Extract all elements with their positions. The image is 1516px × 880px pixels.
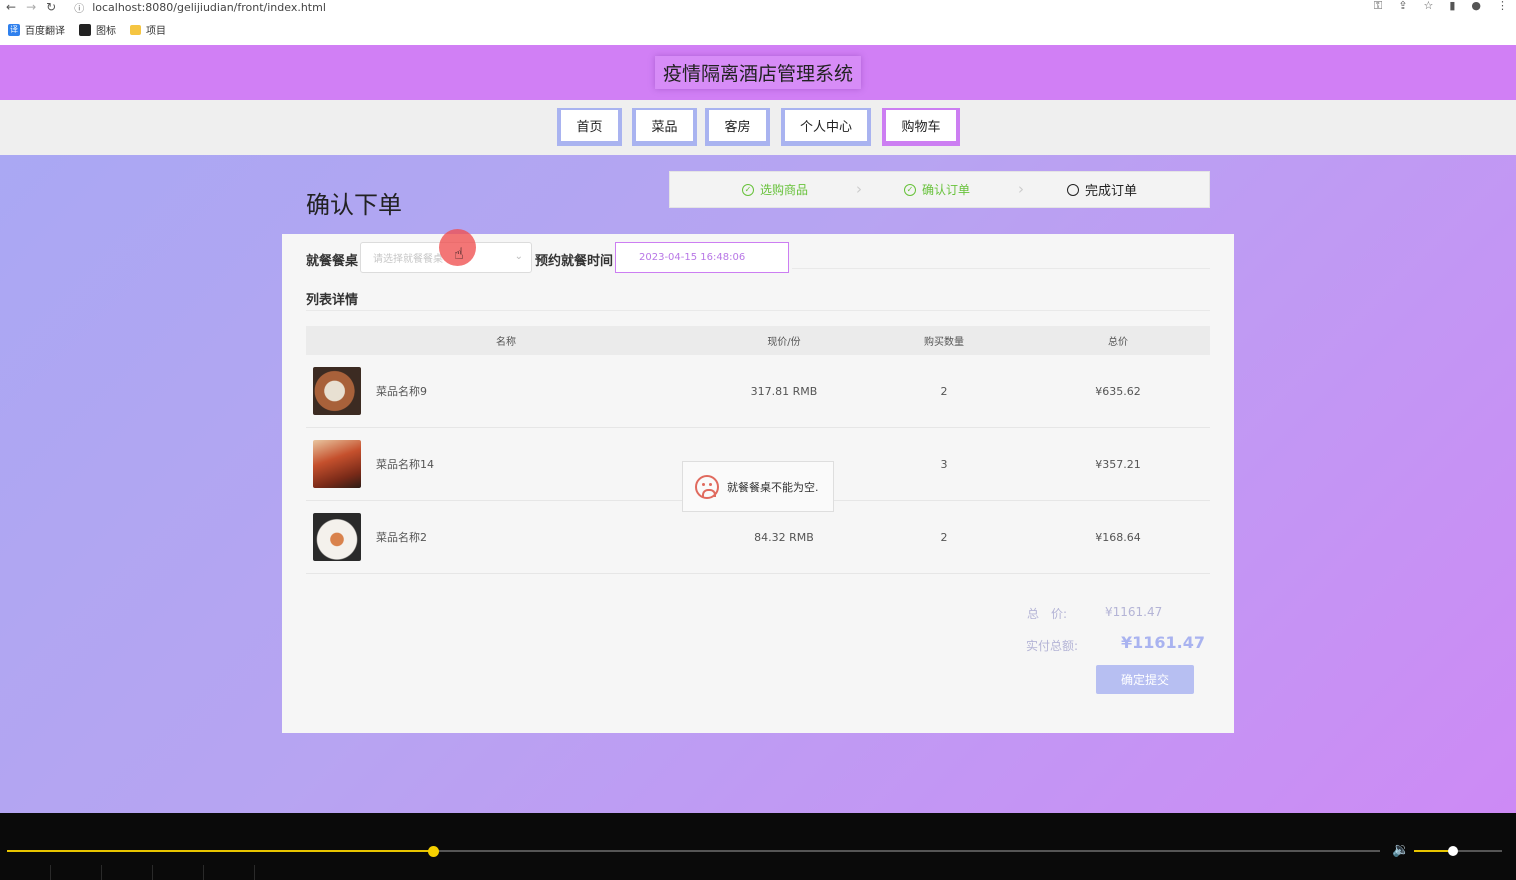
control-slot[interactable] <box>0 865 51 880</box>
step-select: ✓ 选购商品 <box>742 172 808 207</box>
bookmarks-bar: 译百度翻译 图标 项目 <box>0 14 1516 45</box>
dish-image <box>313 440 361 488</box>
check-circle-icon: ✓ <box>904 183 916 196</box>
nav-dishes[interactable]: 菜品 <box>632 108 697 146</box>
site-title: 疫情隔离酒店管理系统 <box>654 56 861 89</box>
order-panel: 就餐餐桌 请选择就餐餐桌 ⌄ 预约就餐时间 2023-04-15 16:48:0… <box>282 234 1234 733</box>
item-qty: 2 <box>940 530 948 544</box>
site-info-icon[interactable]: ⓘ <box>74 0 84 15</box>
pay-label: 实付总额: <box>1026 639 1079 653</box>
hand-cursor-icon: ☝ <box>454 244 464 263</box>
submit-button[interactable]: 确定提交 <box>1096 665 1194 694</box>
dining-time-input[interactable]: 2023-04-15 16:48:06 <box>615 242 789 273</box>
control-slot[interactable] <box>204 865 255 880</box>
key-icon[interactable]: ⚿ <box>1374 0 1382 12</box>
error-toast: 就餐餐桌不能为空. <box>682 461 834 512</box>
total-value: ¥1161.47 <box>1105 605 1163 619</box>
col-total: 总价 <box>1108 337 1128 348</box>
page: 疫情隔离酒店管理系统 首页 菜品 客房 个人中心 购物车 确认下单 ✓ 选购商品 … <box>0 45 1516 813</box>
item-name: 菜品名称2 <box>376 531 427 544</box>
item-name: 菜品名称14 <box>376 458 434 471</box>
sad-face-icon <box>695 474 719 499</box>
control-slot[interactable] <box>153 865 204 880</box>
share-icon[interactable]: ⇪ <box>1398 0 1407 12</box>
bookmark-icons[interactable]: 图标 <box>79 22 116 37</box>
address-bar: ← → ↻ ⓘ localhost:8080/gelijiudian/front… <box>0 0 1516 15</box>
divider <box>306 310 1210 311</box>
total-label: 总 价: <box>1027 607 1068 621</box>
seek-progress <box>7 850 433 852</box>
back-icon[interactable]: ← <box>6 1 16 13</box>
nav-cart[interactable]: 购物车 <box>882 108 960 146</box>
menu-icon[interactable]: ⋮ <box>1497 0 1508 12</box>
main-nav: 首页 菜品 客房 个人中心 购物车 <box>0 100 1516 155</box>
item-qty: 2 <box>940 384 948 398</box>
volume-track[interactable] <box>1414 850 1502 852</box>
nav-rooms[interactable]: 客房 <box>705 108 770 146</box>
chevron-down-icon: ⌄ <box>514 251 523 262</box>
toast-message: 就餐餐桌不能为空. <box>727 480 819 494</box>
url-text[interactable]: localhost:8080/gelijiudian/front/index.h… <box>92 1 326 14</box>
list-title: 列表详情 <box>306 293 359 308</box>
item-total: ¥635.62 <box>1095 384 1141 398</box>
site-header: 疫情隔离酒店管理系统 <box>0 45 1516 100</box>
chevron-right-icon: › <box>1018 180 1024 198</box>
sidebar-icon[interactable]: ▮ <box>1449 0 1455 12</box>
item-total: ¥357.21 <box>1095 457 1141 471</box>
table-header: 名称 现价/份 购买数量 总价 <box>306 326 1210 355</box>
control-slot[interactable] <box>51 865 102 880</box>
item-total: ¥168.64 <box>1095 530 1141 544</box>
table-label: 就餐餐桌 <box>306 254 359 269</box>
video-player-bar: 🔉 <box>0 813 1516 880</box>
seek-track[interactable] <box>7 850 1380 852</box>
item-price: 317.81 RMB <box>750 384 818 398</box>
seek-handle[interactable] <box>427 846 439 857</box>
volume-handle[interactable] <box>1448 846 1458 856</box>
divider <box>792 268 1210 269</box>
nav-home[interactable]: 首页 <box>557 108 622 146</box>
step-complete: 完成订单 <box>1067 172 1137 207</box>
bookmark-project[interactable]: 项目 <box>130 22 166 37</box>
profile-icon[interactable]: ● <box>1471 0 1481 12</box>
col-name: 名称 <box>496 337 516 348</box>
check-circle-icon: ✓ <box>742 183 754 196</box>
col-qty: 购买数量 <box>924 337 964 348</box>
step-confirm: ✓ 确认订单 <box>904 172 970 207</box>
forward-icon[interactable]: → <box>26 1 36 13</box>
reload-icon[interactable]: ↻ <box>46 1 56 13</box>
image-icon <box>79 23 91 36</box>
dish-image <box>313 367 361 415</box>
page-title: 确认下单 <box>306 191 402 219</box>
item-name: 菜品名称9 <box>376 385 427 398</box>
item-qty: 3 <box>940 457 948 471</box>
translate-icon: 译 <box>8 23 20 36</box>
volume-icon[interactable]: 🔉 <box>1392 842 1409 858</box>
bookmark-translate[interactable]: 译百度翻译 <box>8 22 65 37</box>
table-row: 菜品名称9 317.81 RMB 2 ¥635.62 <box>306 355 1210 428</box>
nav-profile[interactable]: 个人中心 <box>781 108 871 146</box>
folder-icon <box>130 24 141 35</box>
player-controls <box>0 865 1516 880</box>
order-steps: ✓ 选购商品 › ✓ 确认订单 › 完成订单 <box>669 171 1210 208</box>
pay-value: ¥1161.47 <box>1121 633 1206 652</box>
star-icon[interactable]: ☆ <box>1423 0 1433 12</box>
circle-icon <box>1067 183 1079 196</box>
col-price: 现价/份 <box>767 337 801 348</box>
dish-image <box>313 513 361 561</box>
chevron-right-icon: › <box>856 180 862 198</box>
control-slot[interactable] <box>102 865 153 880</box>
time-label: 预约就餐时间 <box>535 254 614 269</box>
